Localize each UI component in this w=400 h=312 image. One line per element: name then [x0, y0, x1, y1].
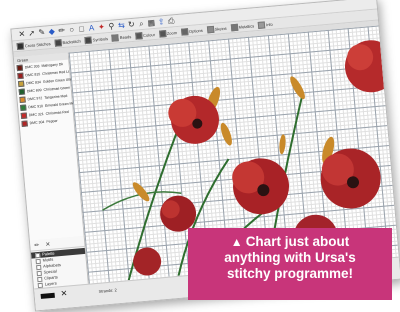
tab-swatch	[84, 36, 92, 44]
current-colour-swatch[interactable]	[40, 292, 55, 299]
caption-line-1: ▲ Chart just about	[194, 234, 386, 250]
tab-cross-stitches[interactable]: Cross Stitches	[16, 40, 51, 50]
thread-code: DMC 699	[26, 88, 42, 94]
arrow-icon[interactable]: ➚	[27, 28, 36, 39]
thread-swatch	[18, 88, 26, 96]
tab-skeins[interactable]: Skeins	[206, 24, 227, 33]
tab-label: Colour	[142, 31, 156, 38]
thread-swatch	[19, 96, 26, 104]
cross-icon[interactable]: ✕	[17, 29, 26, 40]
zoom-icon[interactable]: ⌕	[137, 18, 146, 29]
brush-icon[interactable]: ✎	[37, 27, 46, 38]
item-dot	[36, 264, 42, 270]
triangle-up-icon: ▲	[230, 235, 243, 249]
thread-code: DMC 815	[25, 72, 41, 78]
pencil-icon[interactable]: ✏	[57, 25, 66, 36]
tab-label: Info	[265, 21, 273, 27]
thread-name: Mahogany Dk	[41, 62, 64, 68]
tab-label: Cross Stitches	[24, 40, 51, 48]
square-icon[interactable]: □	[77, 24, 86, 35]
tab-swatch	[257, 20, 266, 29]
thread-code: DMC 321	[28, 112, 44, 118]
tab-backstitch[interactable]: Backstitch	[54, 37, 81, 47]
text-icon[interactable]: A	[87, 23, 96, 34]
thread-name: Tangerine Med	[44, 93, 68, 100]
item-dot	[34, 252, 41, 258]
tab-metallics[interactable]: Metallics	[230, 22, 254, 31]
tab-colour[interactable]: Colour	[134, 31, 156, 40]
tab-label: Metallics	[238, 22, 255, 30]
tab-options[interactable]: Options	[180, 26, 203, 36]
tab-symbols[interactable]: Symbols	[84, 35, 108, 44]
export-icon[interactable]: ⇪	[157, 17, 166, 28]
eyedropper-icon[interactable]: ⚲	[107, 21, 116, 32]
thread-code: DMC 972	[27, 96, 43, 102]
thread-swatch	[20, 112, 28, 119]
item-dot	[37, 276, 43, 282]
tab-label: Skeins	[214, 25, 227, 32]
tab-label: Options	[188, 27, 203, 34]
tab-swatch	[16, 41, 25, 50]
tab-swatch	[111, 33, 120, 42]
rotate-icon[interactable]: ↻	[127, 19, 136, 30]
thread-swatch	[17, 72, 24, 80]
thread-code: DMC 834	[25, 80, 42, 86]
tab-beads[interactable]: Beads	[111, 33, 132, 42]
tab-label: Symbols	[92, 35, 109, 42]
tab-swatch	[206, 25, 214, 33]
cross-icon[interactable]: ✕	[45, 240, 51, 247]
pencil-icon[interactable]: ✏	[34, 241, 40, 248]
cross-icon[interactable]: ✕	[60, 289, 67, 299]
caption-box: ▲ Chart just about anything with Ursa's s…	[188, 228, 392, 300]
tab-info[interactable]: Info	[257, 20, 273, 29]
thread-code: DMC 304	[29, 119, 45, 126]
tab-swatch	[134, 31, 143, 40]
thread-code: DMC 303	[24, 64, 40, 70]
thread-swatch	[16, 64, 24, 72]
tab-swatch	[230, 23, 238, 31]
item-dot	[35, 258, 41, 264]
tab-label: Backstitch	[62, 38, 81, 45]
flip-icon[interactable]: ⇆	[117, 20, 126, 31]
select-icon[interactable]: ✦	[97, 22, 106, 33]
caption-text: Chart just about	[245, 234, 350, 249]
thread-swatch	[17, 80, 25, 88]
thread-name: Pepper	[46, 118, 58, 124]
thread-code: DMC 910	[28, 104, 44, 110]
circle-icon[interactable]: ○	[67, 24, 76, 35]
status-strands: Strands: 2	[98, 287, 117, 294]
tab-swatch	[158, 29, 167, 38]
caption-line-3: stitchy programme!	[226, 265, 354, 281]
thread-swatch	[21, 120, 28, 127]
thread-swatch	[20, 104, 27, 111]
fill-icon[interactable]: ◆	[47, 26, 56, 37]
print-icon[interactable]: ⎙	[167, 16, 176, 27]
grid-icon[interactable]: ▦	[147, 17, 156, 28]
caption-line-2: anything with Ursa's	[224, 249, 356, 265]
tab-label: Zoom	[166, 29, 178, 36]
tab-swatch	[54, 38, 62, 47]
tab-swatch	[180, 27, 189, 36]
library-list: Palette Motifs Alphabets Special Clipart…	[30, 247, 88, 289]
tab-label: Beads	[119, 33, 132, 40]
thread-name: Christmas Red	[45, 109, 69, 116]
item-dot	[36, 270, 42, 276]
tab-zoom[interactable]: Zoom	[158, 29, 178, 38]
